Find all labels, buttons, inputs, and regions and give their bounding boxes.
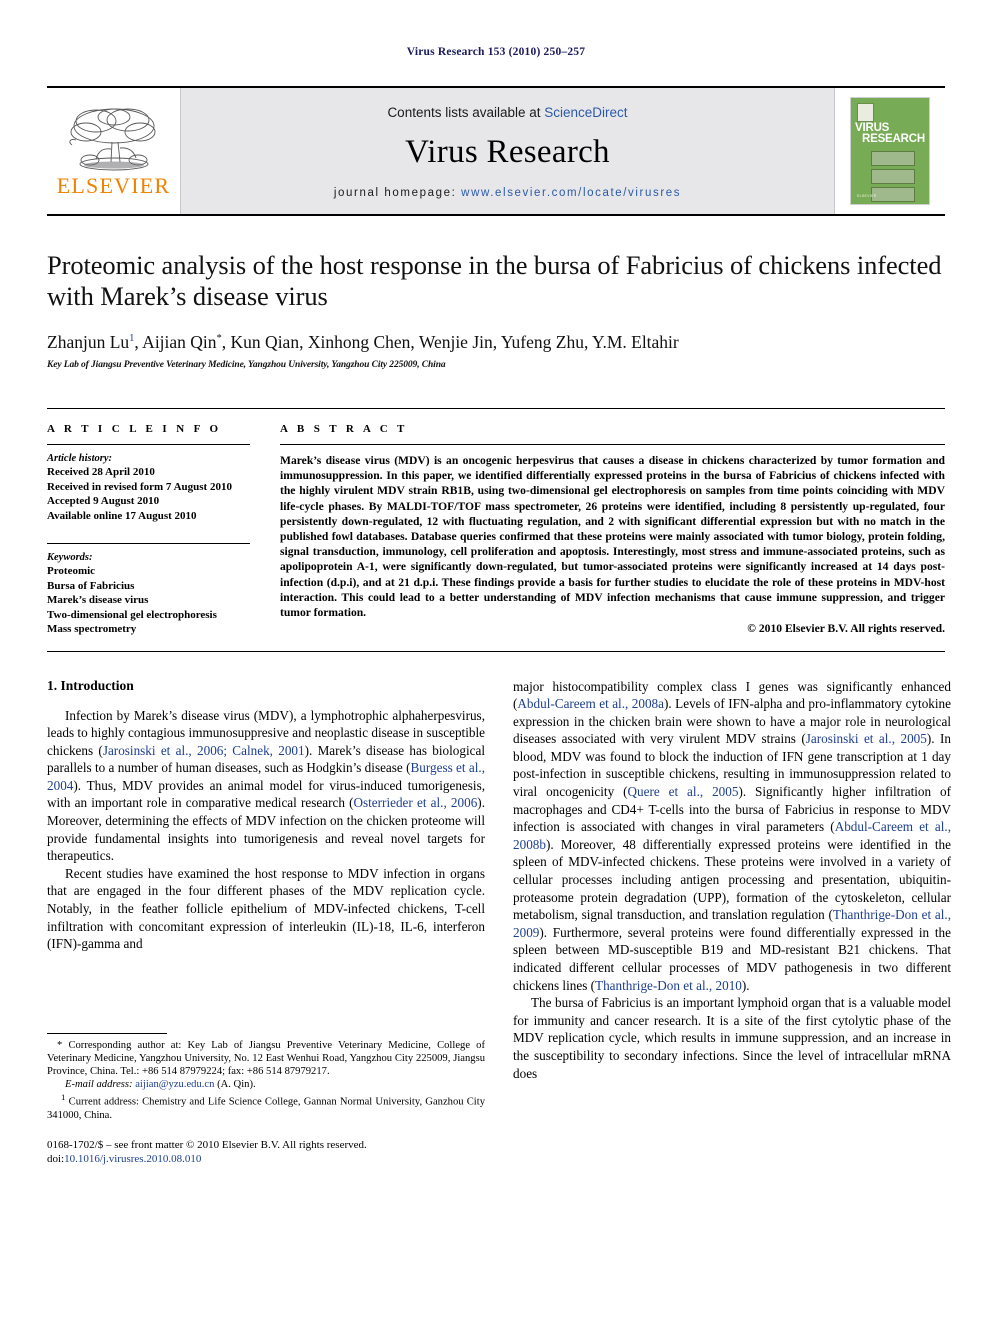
abstract-column: A B S T R A C T Marek’s disease virus (M… bbox=[280, 423, 945, 637]
paragraph: major histocompatibility complex class I… bbox=[513, 678, 951, 995]
journal-homepage-link[interactable]: www.elsevier.com/locate/virusres bbox=[461, 187, 681, 199]
sciencedirect-link[interactable]: ScienceDirect bbox=[544, 105, 627, 120]
doi-link[interactable]: 10.1016/j.virusres.2010.08.010 bbox=[64, 1153, 201, 1165]
keyword-item: Proteomic bbox=[47, 565, 96, 577]
article-info-column: A R T I C L E I N F O Article history: R… bbox=[47, 423, 280, 637]
email-suffix: (A. Qin). bbox=[217, 1079, 256, 1091]
abstract-text: Marek’s disease virus (MDV) is an oncoge… bbox=[280, 454, 945, 620]
citation-link[interactable]: Abdul-Careem et al., 2008a bbox=[517, 696, 664, 711]
body-left-column: 1. Introduction Infection by Marek’s dis… bbox=[47, 677, 485, 1165]
article-history-item: Received in revised form 7 August 2010 bbox=[47, 480, 232, 493]
article-history-item: Available online 17 August 2010 bbox=[47, 509, 197, 522]
info-abstract-region: A R T I C L E I N F O Article history: R… bbox=[47, 408, 945, 637]
cover-figure-3 bbox=[871, 187, 915, 202]
journal-masthead: ELSEVIER Contents lists available at Sci… bbox=[47, 86, 945, 216]
doi-line: doi:10.1016/j.virusres.2010.08.010 bbox=[47, 1152, 485, 1166]
current-address-footnote: 1 Current address: Chemistry and Life Sc… bbox=[47, 1091, 485, 1122]
contents-available-line: Contents lists available at ScienceDirec… bbox=[387, 105, 627, 120]
cover-title: VIRUS RESEARCH bbox=[855, 122, 926, 145]
elsevier-tree-icon bbox=[68, 108, 155, 170]
email-label: E-mail address: bbox=[65, 1079, 133, 1091]
article-info-divider bbox=[47, 444, 250, 445]
corresponding-author-footnote: * Corresponding author at: Key Lab of Ji… bbox=[47, 1039, 485, 1077]
section-heading-introduction: 1. Introduction bbox=[47, 677, 134, 693]
author-list: Zhanjun Lu1, Aijian Qin*, Kun Qian, Xinh… bbox=[47, 332, 945, 353]
abstract-divider bbox=[280, 444, 945, 445]
running-head: Virus Research 153 (2010) 250–257 bbox=[406, 46, 586, 58]
article-history-item: Received 28 April 2010 bbox=[47, 466, 155, 478]
keywords-divider bbox=[47, 543, 250, 544]
cover-figure-2 bbox=[871, 169, 915, 184]
author-separator: , Aijian Qin bbox=[134, 332, 217, 352]
citation-link[interactable]: Thanthrige-Don et al., 2010 bbox=[595, 978, 742, 993]
issn-copyright-block: 0168-1702/$ – see front matter © 2010 El… bbox=[47, 1138, 485, 1166]
masthead-center: Contents lists available at ScienceDirec… bbox=[180, 88, 835, 214]
issn-line: 0168-1702/$ – see front matter © 2010 El… bbox=[47, 1139, 367, 1152]
footnotes-block: * Corresponding author at: Key Lab of Ji… bbox=[47, 1032, 485, 1167]
affiliation: Key Lab of Jiangsu Preventive Veterinary… bbox=[47, 360, 446, 370]
info-abstract-bottom-rule bbox=[47, 650, 945, 652]
keyword-item: Two-dimensional gel electrophoresis bbox=[47, 608, 217, 621]
citation-link[interactable]: Jarosinski et al., 2005 bbox=[806, 731, 927, 746]
homepage-prefix: journal homepage: bbox=[333, 187, 462, 199]
citation-link[interactable]: Quere et al., 2005 bbox=[628, 784, 739, 799]
elsevier-wordmark: ELSEVIER bbox=[56, 172, 171, 198]
doi-label: doi: bbox=[47, 1153, 65, 1166]
footnote-divider bbox=[47, 1032, 167, 1034]
journal-cover-thumbnail: VIRUS RESEARCH ELSEVIER bbox=[835, 88, 945, 214]
article-info-label: A R T I C L E I N F O bbox=[47, 423, 222, 435]
keywords-block: Keywords: Proteomic Bursa of Fabricius M… bbox=[47, 543, 250, 637]
journal-homepage-line: journal homepage: www.elsevier.com/locat… bbox=[334, 187, 681, 199]
contents-prefix: Contents lists available at bbox=[387, 105, 545, 120]
paragraph-text: ). bbox=[741, 977, 750, 993]
email-footnote: E-mail address: aijian@yzu.edu.cn (A. Qi… bbox=[47, 1078, 485, 1091]
paragraph: The bursa of Fabricius is an important l… bbox=[513, 995, 951, 1081]
article-history-item: Accepted 9 August 2010 bbox=[47, 495, 160, 507]
keyword-item: Marek’s disease virus bbox=[47, 594, 149, 606]
current-address-text: Current address: Chemistry and Life Scie… bbox=[47, 1096, 485, 1122]
cover-title-line2: RESEARCH bbox=[862, 133, 925, 145]
cover-publisher-footer: ELSEVIER bbox=[857, 194, 877, 198]
title-block: Proteomic analysis of the host response … bbox=[47, 250, 945, 370]
paragraph: Infection by Marek’s disease virus (MDV)… bbox=[47, 707, 485, 865]
keyword-item: Mass spectrometry bbox=[47, 623, 137, 635]
cover-figure-strip bbox=[871, 151, 915, 204]
authors-remaining: , Kun Qian, Xinhong Chen, Wenjie Jin, Yu… bbox=[221, 332, 679, 352]
keywords-label: Keywords: bbox=[47, 552, 93, 563]
paragraph: Recent studies have examined the host re… bbox=[47, 865, 485, 952]
page-title: Proteomic analysis of the host response … bbox=[47, 250, 942, 311]
citation-link[interactable]: Jarosinski et al., 2006; Calnek, 2001 bbox=[103, 743, 305, 758]
elsevier-logo: ELSEVIER bbox=[47, 88, 180, 214]
journal-name: Virus Research bbox=[405, 134, 610, 170]
body-right-column: major histocompatibility complex class I… bbox=[513, 678, 951, 1083]
cover-art: VIRUS RESEARCH ELSEVIER bbox=[850, 97, 930, 205]
keyword-item: Bursa of Fabricius bbox=[47, 579, 135, 592]
paper-page: Virus Research 153 (2010) 250–257 ELSEVI… bbox=[0, 0, 992, 1323]
cover-publisher-badge-icon bbox=[857, 103, 874, 122]
abstract-label: A B S T R A C T bbox=[280, 423, 408, 435]
current-address-marker: 1 bbox=[61, 1092, 66, 1103]
article-history-label: Article history: bbox=[47, 453, 113, 464]
body-columns: 1. Introduction Infection by Marek’s dis… bbox=[47, 677, 951, 1165]
cover-figure-1 bbox=[871, 151, 915, 166]
author-first: Zhanjun Lu bbox=[47, 332, 130, 352]
email-link[interactable]: aijian@yzu.edu.cn bbox=[135, 1079, 214, 1090]
citation-link[interactable]: Osterrieder et al., 2006 bbox=[353, 795, 477, 810]
abstract-copyright: © 2010 Elsevier B.V. All rights reserved… bbox=[747, 622, 945, 636]
